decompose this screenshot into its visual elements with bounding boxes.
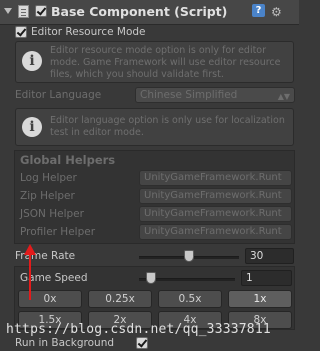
- component-enabled-checkbox[interactable]: [35, 5, 47, 17]
- script-icon: [18, 5, 29, 18]
- profiler-helper-label: Profiler Helper: [20, 226, 96, 238]
- speed-button-0-25x[interactable]: 0.25x: [88, 290, 152, 308]
- info-icon: i: [22, 51, 42, 71]
- editor-language-dropdown[interactable]: Chinese Simplified ▲▼: [135, 87, 295, 103]
- editor-resource-info-text: Editor resource mode option is only for …: [50, 45, 281, 80]
- log-helper-label: Log Helper: [20, 172, 77, 184]
- game-speed-input[interactable]: 1: [241, 270, 292, 286]
- speed-button-0-5x[interactable]: 0.5x: [158, 290, 222, 308]
- speed-button-1x[interactable]: 1x: [228, 290, 292, 308]
- zip-helper-label: Zip Helper: [20, 190, 75, 202]
- info-icon: i: [22, 117, 42, 137]
- annotation-arrow-head: [24, 244, 36, 255]
- language-info-text: Editor language option is only use for l…: [50, 115, 285, 138]
- gear-icon[interactable]: ⚙: [271, 5, 282, 19]
- frame-rate-input[interactable]: 30: [245, 248, 294, 264]
- global-helpers-title: Global Helpers: [20, 153, 116, 167]
- speed-button-0x[interactable]: 0x: [18, 290, 82, 308]
- run-in-background-checkbox[interactable]: [136, 337, 148, 349]
- editor-language-value: Chinese Simplified: [140, 89, 238, 101]
- profiler-helper-field[interactable]: UnityGameFramework.Runt: [139, 224, 292, 240]
- game-speed-slider-thumb[interactable]: [146, 272, 156, 284]
- foldout-arrow-icon[interactable]: [4, 8, 12, 14]
- help-icon[interactable]: ?: [252, 4, 265, 17]
- annotation-arrow-shaft: [29, 252, 31, 300]
- frame-rate-slider-thumb[interactable]: [184, 250, 194, 262]
- json-helper-field[interactable]: UnityGameFramework.Runt: [139, 206, 292, 222]
- json-helper-label: JSON Helper: [20, 208, 84, 220]
- language-info-box: i Editor language option is only use for…: [15, 108, 294, 146]
- editor-resource-info-box: i Editor resource mode option is only fo…: [15, 41, 294, 83]
- editor-resource-mode-checkbox[interactable]: [15, 26, 27, 38]
- editor-resource-mode-label: Editor Resource Mode: [31, 26, 146, 38]
- log-helper-field[interactable]: UnityGameFramework.Runt: [139, 170, 292, 186]
- dropdown-arrow-icon: ▲▼: [277, 92, 290, 101]
- run-in-background-label: Run in Background: [15, 337, 115, 349]
- watermark-text: https://blog.csdn.net/qq_33337811: [6, 322, 271, 337]
- editor-language-label: Editor Language: [15, 89, 102, 101]
- zip-helper-field[interactable]: UnityGameFramework.Runt: [139, 188, 292, 204]
- component-title: Base Component (Script): [51, 4, 228, 19]
